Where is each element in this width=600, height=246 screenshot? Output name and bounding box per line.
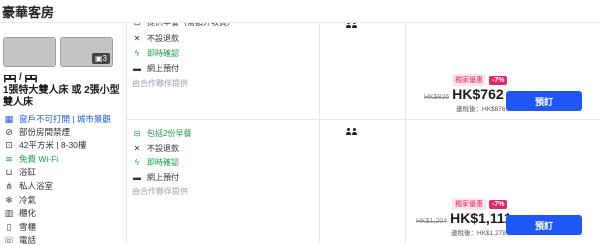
- offer-option-label: 不設退款: [147, 34, 179, 43]
- no-smoking-icon: ⊘: [5, 127, 13, 137]
- person-icon: [346, 128, 351, 135]
- phone-icon: ☏: [3, 235, 15, 245]
- amenity-item: ☏ 電話: [3, 235, 36, 246]
- discount-badge: -7%: [489, 75, 508, 85]
- shower-icon: ⋔: [5, 181, 13, 191]
- amenity-label: 雪櫃: [19, 222, 37, 232]
- double-bed-icon: [4, 74, 16, 82]
- offer-2-price: HK$1,204 HK$1,111: [416, 210, 512, 226]
- room-photo-placeholder: [3, 37, 56, 67]
- photo-count-badge: ▣3: [91, 53, 110, 64]
- offer-option: ▬ 網上預付: [132, 63, 179, 74]
- amenity-item: ⊡ 42平方米 | 8-30樓: [3, 140, 86, 151]
- bathtub-icon: ⊔: [5, 167, 13, 177]
- offer-option-label: 即時確認: [147, 158, 179, 167]
- amenity-label: 窗戶不可打開 | 城市景觀: [19, 114, 111, 124]
- cabinet-icon: ▥: [4, 208, 14, 218]
- twin-bed-icon: [24, 74, 37, 82]
- amenity-item: ⋔ 私人浴室: [3, 181, 53, 192]
- card-icon: ▬: [133, 64, 141, 73]
- offer-option-label: 網上預付: [147, 64, 179, 73]
- fridge-icon: ▯: [6, 222, 12, 232]
- offer-2-deal: 獨家優惠 -7%: [452, 198, 508, 210]
- guest-count-icon: [346, 128, 357, 135]
- amenity-label: 浴缸: [19, 167, 37, 177]
- amenity-item: ▯ 雪櫃: [3, 222, 37, 233]
- area-icon: ⊡: [5, 140, 13, 150]
- room-header: 豪華客房: [0, 0, 600, 23]
- no-refund-icon: ✕: [133, 34, 141, 43]
- offer-option: ϟ 即時確認: [132, 48, 179, 59]
- room-photo-1[interactable]: [3, 37, 56, 67]
- lightning-icon: ϟ: [134, 158, 140, 167]
- ac-icon: ❄: [5, 195, 13, 205]
- amenity-item: ⊘ 部份房間禁煙: [3, 127, 70, 138]
- offer-option-label: 不設退款: [147, 144, 179, 153]
- book-button[interactable]: 預訂: [506, 91, 582, 111]
- bed-separator: /: [19, 72, 22, 83]
- offer-option-label: 即時確認: [147, 49, 179, 58]
- price-with-tax: 連稅後：HK$876: [456, 106, 506, 113]
- discounted-price: HK$762: [452, 86, 504, 102]
- offer-option: ✕ 不設退款: [132, 33, 179, 44]
- offer-option: ✕ 不設退款: [132, 143, 179, 154]
- offer-option: ▬ 網上預付: [132, 172, 179, 183]
- card-icon: ▬: [133, 173, 141, 182]
- room-title: 豪華客房: [2, 5, 55, 20]
- discount-badge: -7%: [489, 199, 508, 209]
- offer-1-deal: 獨家優惠 -7%: [452, 74, 508, 86]
- offer-option: 由合作夥伴提供: [132, 78, 188, 89]
- lightning-icon: ϟ: [134, 49, 140, 58]
- room-bed-name: 1張特大雙人床 或 2張小型雙人床: [3, 85, 120, 108]
- amenity-item: ≋ 免費 Wi-Fi: [3, 154, 58, 165]
- amenity-label: 免費 Wi-Fi: [19, 154, 59, 164]
- amenity-item: ⊔ 浴缸: [3, 167, 36, 178]
- column-divider: [405, 22, 406, 243]
- offer-option: ϟ 即時確認: [132, 157, 179, 168]
- offer-divider: [126, 119, 600, 120]
- offer-option-label: 由合作夥伴提供: [132, 79, 188, 88]
- offer-option-label: 包括2份早餐: [147, 129, 192, 138]
- amenity-label: 電話: [19, 235, 37, 245]
- exclusive-deal-badge: 獨家優惠: [452, 198, 486, 210]
- offer-option-label: 網上預付: [147, 173, 179, 182]
- column-divider: [319, 22, 320, 243]
- exclusive-deal-badge: 獨家優惠: [452, 74, 486, 86]
- amenity-label: 櫃化: [19, 208, 37, 218]
- price-with-tax: 連稅後：HK$1,278: [451, 230, 506, 237]
- amenity-label: 私人浴室: [19, 181, 54, 191]
- amenity-item: ▦ 窗戶不可打開 | 城市景觀: [3, 114, 111, 125]
- amenity-item: ❄ 冷氣: [3, 195, 36, 206]
- offer-option: ⊟ 包括2份早餐: [132, 128, 192, 139]
- person-icon: [352, 128, 357, 135]
- window-icon: ▦: [4, 114, 14, 124]
- offer-option: 由合作夥伴提供: [132, 186, 188, 197]
- amenity-label: 42平方米 | 8-30樓: [19, 140, 87, 150]
- column-divider: [126, 22, 127, 243]
- discounted-price: HK$1,111: [450, 210, 512, 226]
- offer-option-label: 由合作夥伴提供: [132, 187, 188, 196]
- book-button[interactable]: 預訂: [506, 215, 582, 235]
- amenity-label: 冷氣: [19, 195, 37, 205]
- bed-type-icons: /: [3, 72, 38, 83]
- original-price: HK$826: [424, 94, 450, 101]
- no-refund-icon: ✕: [133, 144, 141, 153]
- offer-1-price: HK$826 HK$762: [424, 86, 504, 102]
- amenity-label: 部份房間禁煙: [19, 127, 71, 137]
- amenity-item: ▥ 櫃化: [3, 208, 36, 219]
- wifi-icon: ≋: [5, 154, 13, 164]
- breakfast-icon: ⊟: [133, 129, 141, 138]
- original-price: HK$1,204: [416, 218, 448, 225]
- room-photo-2[interactable]: ▣3: [60, 37, 113, 67]
